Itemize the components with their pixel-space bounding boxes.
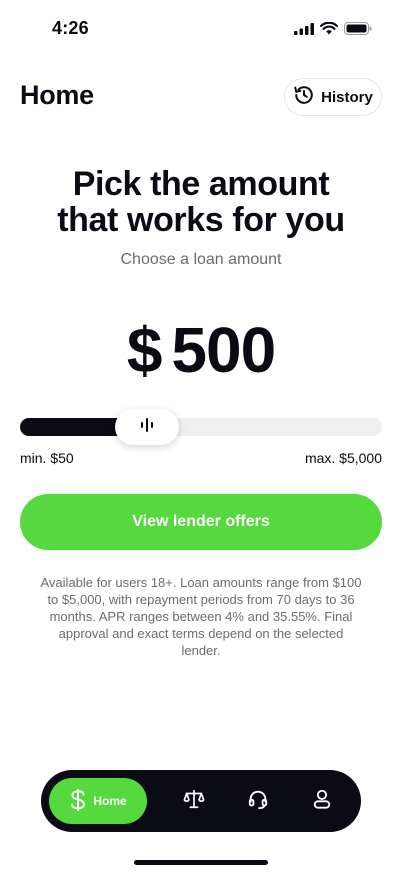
bottom-nav: Home: [41, 770, 361, 832]
page-title: Home: [20, 80, 94, 110]
nav-item-support[interactable]: [246, 789, 270, 813]
headline: Pick the amount that works for you: [0, 166, 402, 238]
history-label: History: [321, 88, 373, 106]
home-indicator: [134, 860, 268, 865]
loan-amount: $500: [0, 312, 402, 388]
range-max-label: max. $5,000: [304, 450, 382, 466]
status-icons: [294, 22, 372, 35]
status-bar: 4:26: [0, 0, 402, 56]
nav-home-label: Home: [93, 794, 127, 808]
headline-line-1: Pick the amount: [72, 165, 330, 203]
range-min-label: min. $50: [20, 450, 74, 466]
amount-slider[interactable]: [20, 409, 382, 445]
nav-item-home[interactable]: Home: [49, 778, 147, 824]
grip-lines-icon: [140, 417, 154, 438]
headline-line-2: that works for you: [57, 201, 345, 239]
nav-item-compare[interactable]: [182, 789, 206, 813]
battery-icon: [344, 22, 372, 35]
cellular-signal-icon: [294, 22, 314, 35]
dollar-icon: [69, 788, 87, 814]
amount-value: 500: [171, 314, 276, 386]
history-clock-icon: [293, 84, 315, 110]
history-button[interactable]: History: [284, 78, 382, 116]
user-icon: [311, 788, 333, 815]
scales-icon: [183, 788, 205, 815]
status-time: 4:26: [52, 18, 89, 38]
subheadline: Choose a loan amount: [120, 251, 282, 268]
headset-icon: [247, 788, 269, 815]
slider-thumb[interactable]: [114, 409, 179, 445]
disclaimer-text: Available for users 18+. Loan amounts ra…: [40, 575, 362, 658]
currency-symbol: $: [126, 314, 163, 386]
view-lender-offers-button[interactable]: View lender offers: [20, 494, 382, 550]
wifi-icon: [320, 22, 338, 35]
nav-item-profile[interactable]: [310, 789, 334, 813]
